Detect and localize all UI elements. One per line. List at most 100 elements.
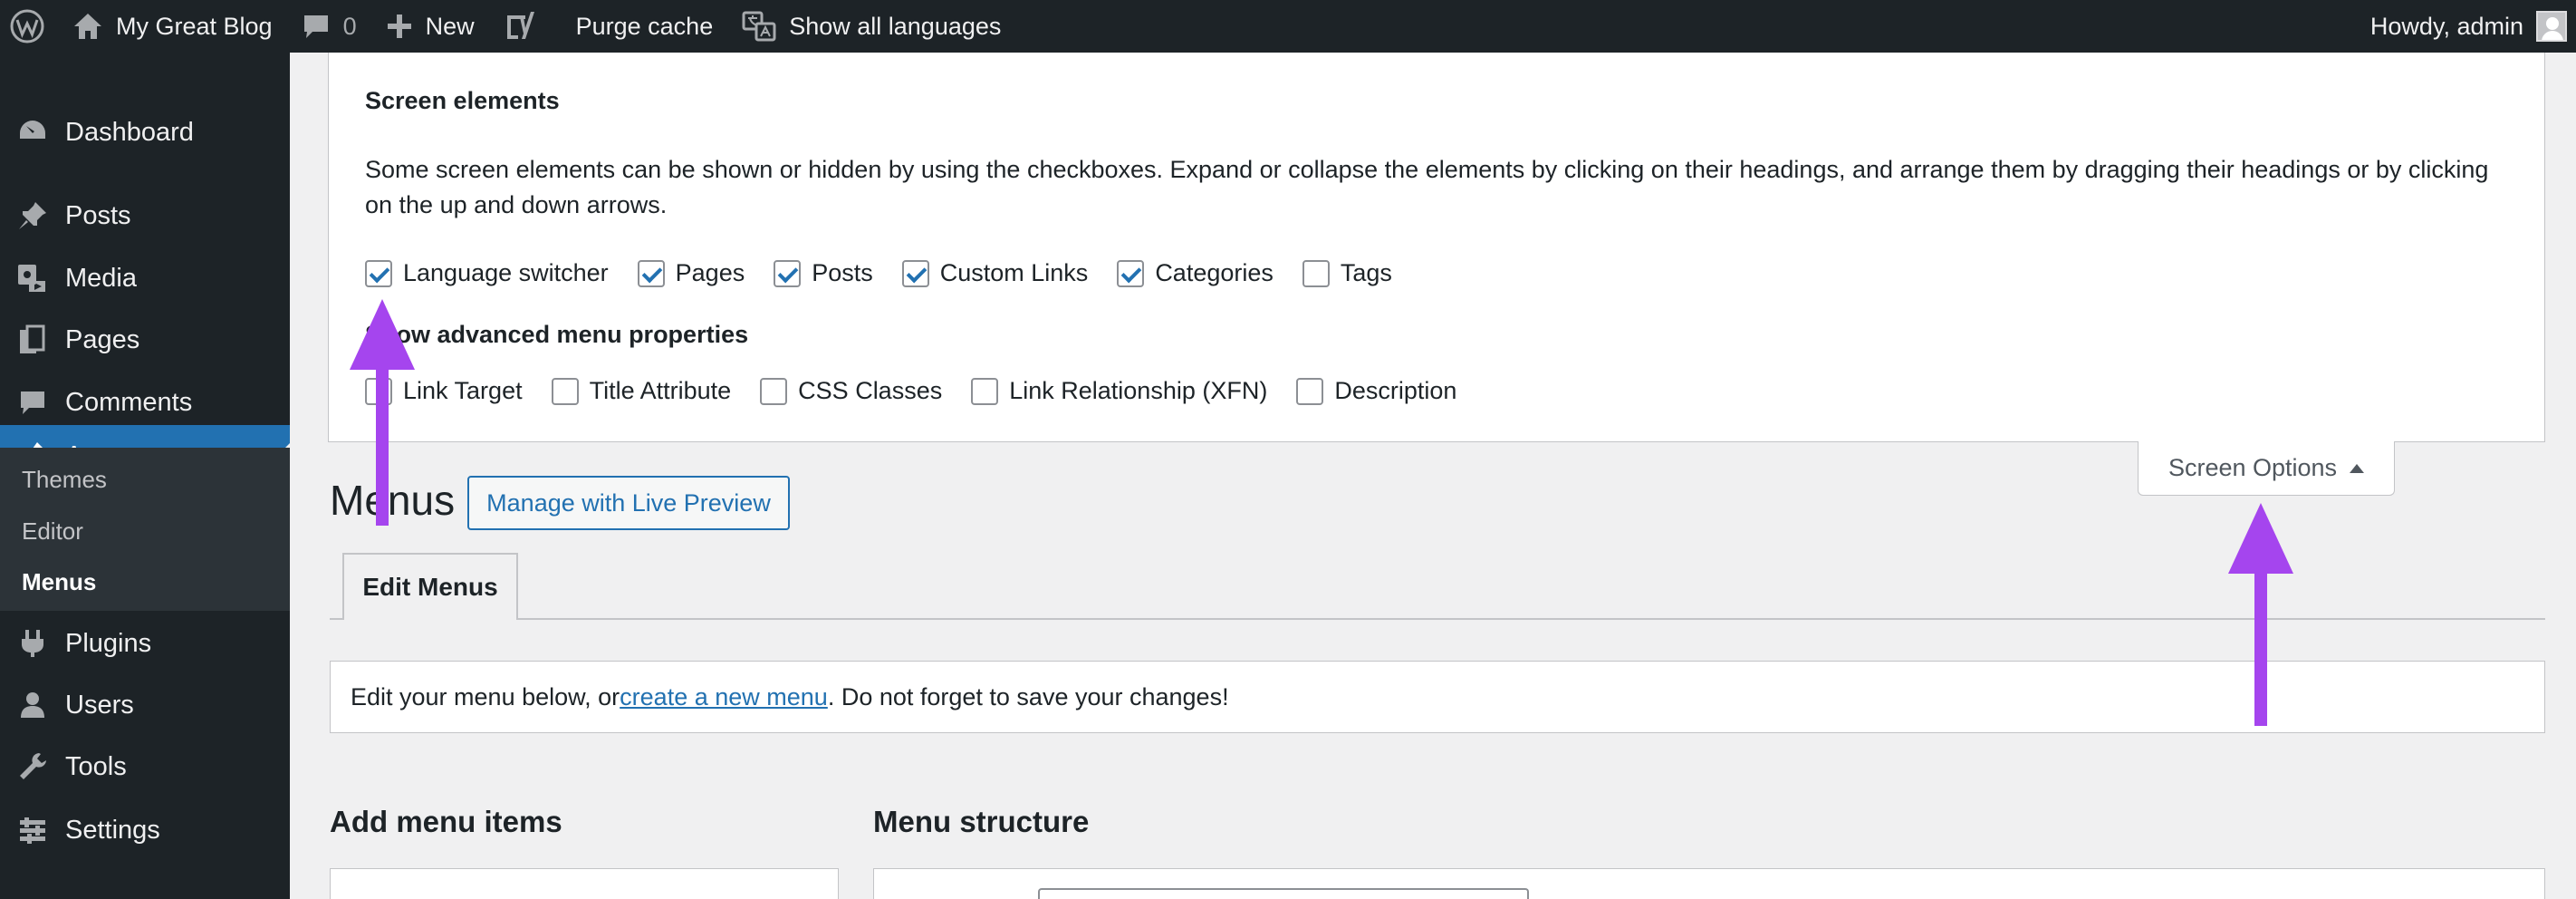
screen-elements-checkboxes: Language switcher Pages Posts Custom Lin… [365,259,1421,287]
add-menu-items-heading: Add menu items [330,805,562,838]
dashboard-icon [14,114,51,150]
purge-cache-label: Purge cache [575,12,714,40]
annotation-arrow-up-icon [350,299,415,526]
submenu-item-themes[interactable]: Themes [22,466,107,494]
checkbox-label: Description [1334,377,1457,404]
nav-tab-wrapper [330,618,2545,620]
checkbox-label: Custom Links [939,259,1089,286]
plugin-icon [14,625,51,662]
appearance-submenu: Themes Editor Menus [0,448,290,611]
submenu-item-editor[interactable]: Editor [22,517,83,546]
menu-name-input[interactable] [1038,888,1529,899]
checkbox[interactable] [760,377,788,405]
checkbox[interactable] [365,259,392,287]
comment-bubble-icon [303,15,328,38]
option-css-classes[interactable]: CSS Classes [760,377,942,405]
sidebar-item-label: Comments [65,387,193,417]
checkbox-label: Language switcher [403,259,609,286]
plus-icon [387,14,411,38]
avatar [2536,11,2567,42]
sidebar-item-media[interactable]: Media [0,249,290,307]
sidebar-item-dashboard[interactable]: Dashboard [0,103,290,161]
checkbox-label: Posts [812,259,873,286]
option-pages[interactable]: Pages [637,259,745,287]
sidebar-item-label: Users [65,690,134,720]
media-icon [14,260,51,296]
translate-icon [742,11,776,42]
option-categories[interactable]: Categories [1117,259,1274,287]
option-title-attribute[interactable]: Title Attribute [551,377,732,405]
checkbox[interactable] [971,377,999,405]
checkbox[interactable] [774,259,802,287]
show-languages-label: Show all languages [789,12,1002,40]
advanced-properties-checkboxes: Link Target Title Attribute CSS Classes … [365,377,1485,405]
checkbox-label: Link Relationship (XFN) [1009,377,1268,404]
checkbox-label: Categories [1155,259,1274,286]
sidebar-item-label: Pages [65,324,140,354]
user-icon [14,687,51,723]
sidebar-item-pages[interactable]: Pages [0,311,290,369]
advanced-properties-heading: Show advanced menu properties [365,321,749,348]
create-new-menu-link[interactable]: create a new menu [620,683,828,711]
annotation-arrow-up-icon [2228,503,2293,726]
howdy-label: Howdy, admin [2369,12,2523,40]
checkbox[interactable] [551,377,579,405]
screen-elements-heading: Screen elements [365,87,560,114]
option-custom-links[interactable]: Custom Links [901,259,1089,287]
option-tags[interactable]: Tags [1302,259,1392,287]
screen-options-toggle[interactable]: Screen Options [2138,441,2395,496]
yoast-link[interactable] [489,0,551,53]
screen-options-label: Screen Options [2167,454,2338,481]
sidebar-item-label: Tools [65,751,127,781]
settings-icon [14,812,51,848]
site-name-link[interactable]: My Great Blog [58,0,287,53]
wrench-icon [14,749,51,785]
screen-elements-description: Some screen elements can be shown or hid… [365,156,2489,218]
sidebar-item-label: Dashboard [65,117,194,147]
checkbox[interactable] [901,259,929,287]
option-posts[interactable]: Posts [774,259,873,287]
sidebar-item-settings[interactable]: Settings [0,801,290,859]
sidebar-item-comments[interactable]: Comments [0,373,290,431]
pages-icon [14,322,51,358]
checkbox-label: CSS Classes [798,377,943,404]
option-description[interactable]: Description [1296,377,1456,405]
option-link-relationship[interactable]: Link Relationship (XFN) [971,377,1267,405]
sidebar-item-plugins[interactable]: Plugins [0,614,290,672]
checkbox-label: Title Attribute [589,377,732,404]
new-content-link[interactable]: New [371,0,489,53]
menu-structure-heading: Menu structure [873,805,1090,838]
admin-bar: My Great Blog 0 New Purge cache Show all… [0,0,2576,53]
comments-link[interactable]: 0 [287,0,371,53]
sidebar-item-label: Media [65,263,137,293]
notice-text-after: . Do not forget to save your changes! [827,682,1229,710]
sidebar-item-posts[interactable]: Posts [0,187,290,245]
manage-menus-notice: Edit your menu below, or create a new me… [330,661,2545,733]
sidebar-item-users[interactable]: Users [0,676,290,734]
option-language-switcher[interactable]: Language switcher [365,259,609,287]
checkbox-label: Pages [675,259,745,286]
submenu-item-menus[interactable]: Menus [22,568,96,596]
checkbox[interactable] [1117,259,1145,287]
checkbox-label: Link Target [403,377,523,404]
wordpress-logo-icon[interactable] [0,0,58,53]
sidebar-item-label: Settings [65,815,160,845]
comments-count: 0 [342,12,357,40]
checkbox[interactable] [637,259,665,287]
checkbox-label: Tags [1340,259,1392,286]
sidebar-item-label: Plugins [65,628,152,658]
yoast-icon [506,12,534,39]
comment-icon [14,384,51,420]
manage-live-preview-button[interactable]: Manage with Live Preview [467,476,790,530]
purge-cache-link[interactable]: Purge cache [551,0,728,53]
add-menu-items-panel [330,868,839,899]
sidebar-item-tools[interactable]: Tools [0,738,290,796]
new-label: New [425,12,475,40]
show-languages-link[interactable]: Show all languages [727,0,1015,53]
sidebar-item-label: Posts [65,200,131,230]
my-account-menu[interactable]: Howdy, admin [2370,0,2567,53]
tab-edit-menus[interactable]: Edit Menus [342,553,518,620]
site-name: My Great Blog [116,12,273,40]
checkbox[interactable] [1302,259,1330,287]
checkbox[interactable] [1296,377,1324,405]
